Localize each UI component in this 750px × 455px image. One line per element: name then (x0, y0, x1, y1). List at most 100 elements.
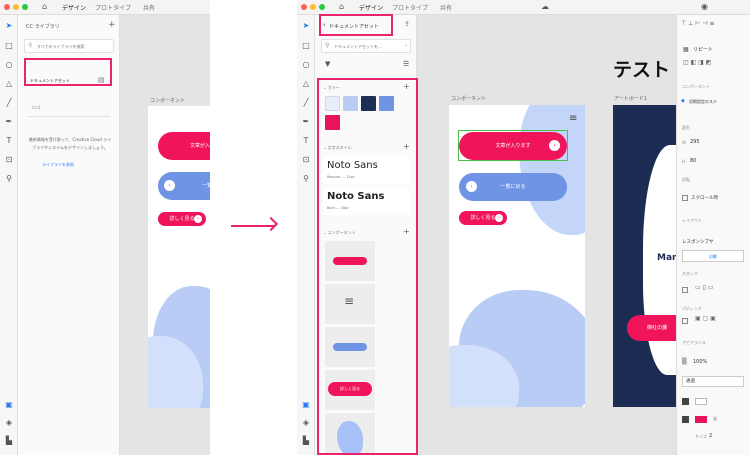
fill-color-swatch[interactable] (695, 416, 707, 423)
share-icon[interactable]: ⇪ (404, 20, 410, 28)
text-tool-icon[interactable]: T (4, 136, 14, 146)
tab-share[interactable]: 共有 (143, 3, 155, 12)
tab-prototype[interactable]: プロトタイプ (95, 3, 131, 12)
padding-section-label: パディング (682, 306, 702, 311)
primary-button[interactable]: 文章が入 (158, 132, 210, 160)
highlight-frame-assets (317, 78, 418, 455)
width-value[interactable]: 295 (690, 139, 700, 145)
secondary-button[interactable]: ‹ 一覧に戻る (459, 173, 567, 201)
select-tool-icon[interactable]: ➤ (301, 21, 311, 31)
height-value[interactable]: 80 (690, 158, 696, 164)
border-checkbox[interactable] (682, 398, 689, 405)
artboard2-pink-button[interactable]: 御社の課 (627, 315, 677, 341)
layers-icon[interactable]: ◈ (301, 418, 311, 428)
add-library-icon[interactable]: + (108, 20, 116, 30)
size-value[interactable]: 2 (709, 433, 712, 439)
text-tool-icon[interactable]: T (301, 136, 311, 146)
artboard2-pink-button-label: 御社の課 (646, 325, 667, 331)
artboard-tool-icon[interactable]: ⊡ (301, 155, 311, 165)
zoom-dot[interactable] (22, 4, 28, 10)
browse-libraries-link[interactable]: ライブラリを参照 (42, 162, 74, 168)
background-blob (519, 105, 585, 235)
tab-share[interactable]: 共有 (440, 3, 452, 12)
appearance-section-label: アピアランス (682, 340, 706, 345)
hamburger-icon[interactable]: ≡ (569, 113, 577, 124)
pen-tool-icon[interactable]: ✒ (4, 117, 14, 127)
arrow-right-icon (263, 216, 279, 232)
blend-mode-select[interactable]: 通過 (682, 376, 744, 387)
stack-checkbox[interactable] (682, 287, 688, 293)
more-button[interactable]: 詳しく見る › (459, 211, 507, 225)
responsive-resize-label: レスポンシブサ (682, 240, 714, 245)
line-tool-icon[interactable]: ╱ (4, 98, 14, 108)
before-titlebar: ⌂ デザイン プロトタイプ 共有 (0, 0, 210, 16)
secondary-button[interactable]: ‹ 一覧 (158, 172, 210, 200)
component-artboard[interactable]: ≡ 文章が入ります › ‹ 一覧に戻る 詳しく見る › (449, 105, 585, 407)
artboard-label: コンポーネント (451, 96, 487, 102)
artboard-1[interactable]: Mar 御社の課 (613, 105, 677, 407)
boolean-ops-icons[interactable]: ◫ ◧ ◨ ◩ (683, 59, 711, 66)
close-dot[interactable] (301, 4, 307, 10)
tab-design[interactable]: デザイン (62, 3, 87, 16)
filter-icon[interactable]: ▼ (325, 60, 330, 68)
artboard2-label: アートボード1 (614, 96, 647, 102)
polygon-tool-icon[interactable]: △ (4, 79, 14, 89)
library-item-logo[interactable]: ロゴ (32, 105, 40, 111)
after-tool-rail: ➤ □ ○ △ ╱ ✒ T ⊡ ⚲ ▣ ◈ ▙ (297, 15, 315, 455)
stack-direction-icons[interactable]: ▭ ▯ ▭ (695, 284, 713, 291)
line-tool-icon[interactable]: ╱ (301, 98, 311, 108)
user-icon[interactable]: ◉ (701, 2, 708, 11)
zoom-tool-icon[interactable]: ⚲ (4, 174, 14, 184)
home-icon[interactable]: ⌂ (339, 2, 344, 11)
fill-checkbox[interactable] (682, 416, 689, 423)
select-tool-icon[interactable]: ➤ (4, 21, 14, 31)
border-color-swatch[interactable] (695, 398, 707, 405)
before-artboard[interactable]: 文章が入 ‹ 一覧 詳しく見る › (148, 106, 210, 408)
libraries-icon[interactable]: ▣ (301, 400, 311, 410)
property-inspector: ⊤ ⊥ ⊢ ⊣ ≡ ▦ リピート ◫ ◧ ◨ ◩ コンポーネント ◆ 初期設定の… (676, 15, 750, 455)
opacity-value[interactable]: 100% (693, 359, 707, 365)
padding-icons[interactable]: ▣ ▢ ▣ (695, 315, 716, 322)
libraries-icon[interactable]: ▣ (4, 400, 14, 410)
chevron-left-icon: ‹ (164, 180, 175, 191)
rectangle-tool-icon[interactable]: □ (301, 41, 311, 51)
artboard-label: コンポーネント (150, 98, 186, 104)
rectangle-tool-icon[interactable]: □ (4, 41, 14, 51)
secondary-button-label: 一覧に戻る (500, 184, 526, 190)
zoom-tool-icon[interactable]: ⚲ (301, 174, 311, 184)
fill-label: 塗 (713, 416, 717, 421)
scroll-checkbox[interactable] (682, 195, 688, 201)
assets-search-field[interactable]: ⚲ ドキュメントアセットを… ⌄ (321, 39, 411, 53)
minimize-dot[interactable] (310, 4, 316, 10)
artboard2-logo-text: Mar (657, 253, 677, 263)
ellipse-tool-icon[interactable]: ○ (301, 60, 311, 70)
layers-icon[interactable]: ◈ (4, 418, 14, 428)
cloud-icon[interactable]: ☁ (541, 2, 549, 11)
align-icons[interactable]: ⊤ ⊥ ⊢ ⊣ ≡ (681, 20, 715, 27)
width-label: W (682, 140, 686, 145)
polygon-tool-icon[interactable]: △ (301, 79, 311, 89)
minimize-dot[interactable] (13, 4, 19, 10)
library-search-field[interactable]: ⚲ すべてのライブラリを検索 (24, 39, 114, 53)
padding-checkbox[interactable] (682, 318, 688, 324)
repeat-grid-button[interactable]: リピート (693, 46, 713, 53)
before-window: ⌂ デザイン プロトタイプ 共有 ➤ □ ○ △ ╱ ✒ T ⊡ ⚲ ▣ ◈ ▙… (0, 0, 210, 455)
zoom-dot[interactable] (319, 4, 325, 10)
tab-design[interactable]: デザイン (359, 3, 384, 16)
list-view-icon[interactable]: ☰ (403, 60, 409, 68)
more-button[interactable]: 詳しく見る › (158, 212, 206, 226)
highlight-frame (24, 58, 112, 86)
tab-prototype[interactable]: プロトタイプ (392, 3, 428, 12)
chevron-down-icon: ⌄ (404, 42, 409, 48)
pen-tool-icon[interactable]: ✒ (301, 117, 311, 127)
ellipse-tool-icon[interactable]: ○ (4, 60, 14, 70)
plugins-icon[interactable]: ▙ (4, 436, 14, 446)
auto-toggle[interactable]: 自動 (682, 250, 744, 262)
default-state[interactable]: 初期設定のステ (689, 99, 717, 105)
plugins-icon[interactable]: ▙ (301, 436, 311, 446)
library-search-placeholder: すべてのライブラリを検索 (37, 44, 85, 49)
artboard-tool-icon[interactable]: ⊡ (4, 155, 14, 165)
scroll-label: スクロール時 (691, 196, 718, 201)
close-dot[interactable] (4, 4, 10, 10)
home-icon[interactable]: ⌂ (42, 2, 47, 11)
